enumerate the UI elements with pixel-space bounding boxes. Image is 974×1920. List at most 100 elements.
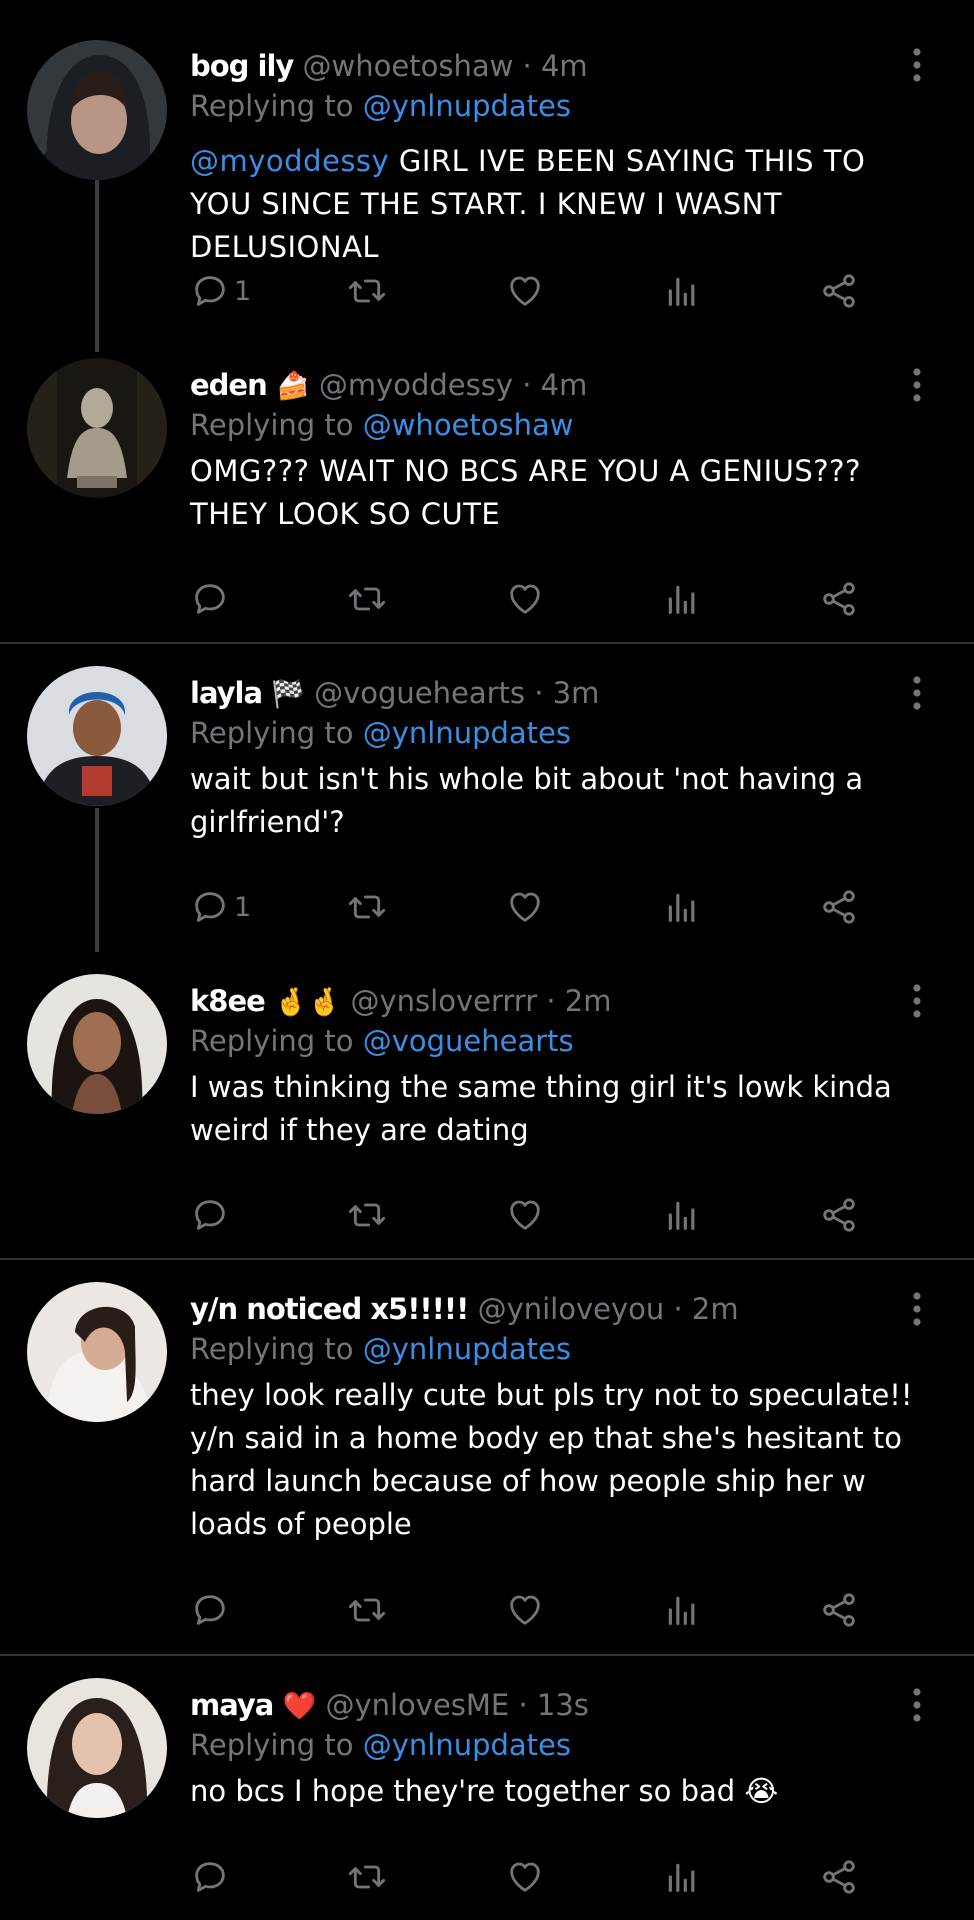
avatar[interactable]	[27, 974, 167, 1114]
timestamp[interactable]: 4m	[541, 368, 588, 402]
retweet-button[interactable]	[347, 1852, 387, 1902]
share-button[interactable]	[819, 1190, 859, 1240]
reply-button[interactable]: 1	[190, 266, 251, 316]
timestamp[interactable]: 2m	[565, 984, 612, 1018]
timestamp[interactable]: 3m	[553, 676, 600, 710]
replying-to-mention[interactable]: @ynlnupdates	[363, 89, 571, 123]
avatar[interactable]	[27, 40, 167, 180]
more-icon[interactable]	[904, 673, 930, 713]
reply-button[interactable]	[190, 1585, 230, 1635]
like-button[interactable]	[505, 1852, 545, 1902]
replying-to-mention[interactable]: @whoetoshaw	[363, 408, 574, 442]
reply-button[interactable]: 1	[190, 882, 251, 932]
reply-icon	[190, 887, 230, 927]
share-button[interactable]	[819, 266, 859, 316]
reply-button[interactable]	[190, 1190, 230, 1240]
separator-dot: ·	[522, 368, 532, 402]
display-name[interactable]: k8ee	[190, 984, 266, 1018]
retweet-button[interactable]	[347, 1585, 387, 1635]
tweet-header: layla 🏁 @voguehearts · 3m	[190, 673, 599, 713]
action-bar: 1	[190, 882, 890, 932]
action-bar	[190, 1852, 890, 1902]
separator-dot: ·	[518, 1688, 528, 1722]
tweet[interactable]: y/n noticed x5!!!!! @yniloveyou · 2m Rep…	[0, 1260, 974, 1654]
replying-to-mention[interactable]: @ynlnupdates	[363, 1728, 571, 1762]
username[interactable]: @ynsloverrrr	[351, 984, 538, 1018]
more-icon[interactable]	[904, 45, 930, 85]
like-icon	[505, 271, 545, 311]
tweet[interactable]: layla 🏁 @voguehearts · 3m Replying to @y…	[0, 644, 974, 952]
retweet-button[interactable]	[347, 1190, 387, 1240]
like-button[interactable]	[505, 882, 545, 932]
tweet-text: I was thinking the same thing girl it's …	[190, 1070, 892, 1147]
username[interactable]: @myoddessy	[319, 368, 513, 402]
like-icon	[505, 1857, 545, 1897]
like-button[interactable]	[505, 574, 545, 624]
username[interactable]: @voguehearts	[314, 676, 525, 710]
replying-to-label: Replying to	[190, 1728, 354, 1762]
retweet-icon	[347, 579, 387, 619]
name-emoji: 🍰	[275, 371, 310, 402]
more-icon[interactable]	[904, 1289, 930, 1329]
tweet-text: OMG??? WAIT NO BCS ARE YOU A GENIUS??? T…	[190, 454, 861, 531]
retweet-button[interactable]	[347, 882, 387, 932]
reply-count: 1	[234, 891, 252, 923]
action-bar	[190, 1190, 890, 1240]
retweet-icon	[347, 1195, 387, 1235]
tweet[interactable]: maya ❤️ @ynlovesME · 13s Replying to @yn…	[0, 1656, 974, 1920]
tweet[interactable]: bog ily @whoetoshaw · 4m Replying to @yn…	[0, 0, 974, 352]
body-mention[interactable]: @myoddessy	[190, 144, 389, 178]
timestamp[interactable]: 13s	[537, 1688, 589, 1722]
views-button[interactable]	[662, 1190, 702, 1240]
separator-dot: ·	[522, 49, 532, 83]
tweet[interactable]: k8ee 🤞🤞 @ynsloverrrr · 2m Replying to @v…	[0, 950, 974, 1258]
more-icon[interactable]	[904, 1685, 930, 1725]
like-button[interactable]	[505, 1585, 545, 1635]
views-button[interactable]	[662, 1585, 702, 1635]
like-icon	[505, 1590, 545, 1630]
like-button[interactable]	[505, 266, 545, 316]
retweet-button[interactable]	[347, 266, 387, 316]
share-button[interactable]	[819, 1852, 859, 1902]
replying-to-mention[interactable]: @ynlnupdates	[363, 1332, 571, 1366]
timestamp[interactable]: 4m	[541, 49, 588, 83]
reply-button[interactable]	[190, 574, 230, 624]
username[interactable]: @whoetoshaw	[303, 49, 514, 83]
views-icon	[662, 887, 702, 927]
avatar[interactable]	[27, 1678, 167, 1818]
tweet[interactable]: eden 🍰 @myoddessy · 4m Replying to @whoe…	[0, 350, 974, 642]
like-button[interactable]	[505, 1190, 545, 1240]
reply-button[interactable]	[190, 1852, 230, 1902]
views-button[interactable]	[662, 574, 702, 624]
display-name[interactable]: bog ily	[190, 49, 294, 83]
display-name[interactable]: eden	[190, 368, 268, 402]
share-button[interactable]	[819, 882, 859, 932]
like-icon	[505, 887, 545, 927]
username[interactable]: @yniloveyou	[478, 1292, 665, 1326]
retweet-button[interactable]	[347, 574, 387, 624]
display-name[interactable]: maya	[190, 1688, 274, 1722]
share-button[interactable]	[819, 574, 859, 624]
more-icon[interactable]	[904, 365, 930, 405]
avatar[interactable]	[27, 1282, 167, 1422]
more-icon[interactable]	[904, 981, 930, 1021]
avatar[interactable]	[27, 358, 167, 498]
views-button[interactable]	[662, 882, 702, 932]
replying-to: Replying to @ynlnupdates	[190, 713, 571, 753]
replying-to-label: Replying to	[190, 1332, 354, 1366]
display-name[interactable]: layla	[190, 676, 263, 710]
views-button[interactable]	[662, 266, 702, 316]
separator-dot: ·	[546, 984, 556, 1018]
share-button[interactable]	[819, 1585, 859, 1635]
name-emoji: ❤️	[282, 1691, 317, 1722]
display-name[interactable]: y/n noticed x5!!!!!	[190, 1292, 469, 1326]
username[interactable]: @ynlovesME	[325, 1688, 509, 1722]
replying-to-label: Replying to	[190, 1024, 354, 1058]
like-icon	[505, 1195, 545, 1235]
timestamp[interactable]: 2m	[692, 1292, 739, 1326]
avatar[interactable]	[27, 666, 167, 806]
views-button[interactable]	[662, 1852, 702, 1902]
action-bar	[190, 1585, 890, 1635]
replying-to-mention[interactable]: @voguehearts	[363, 1024, 574, 1058]
replying-to-mention[interactable]: @ynlnupdates	[363, 716, 571, 750]
